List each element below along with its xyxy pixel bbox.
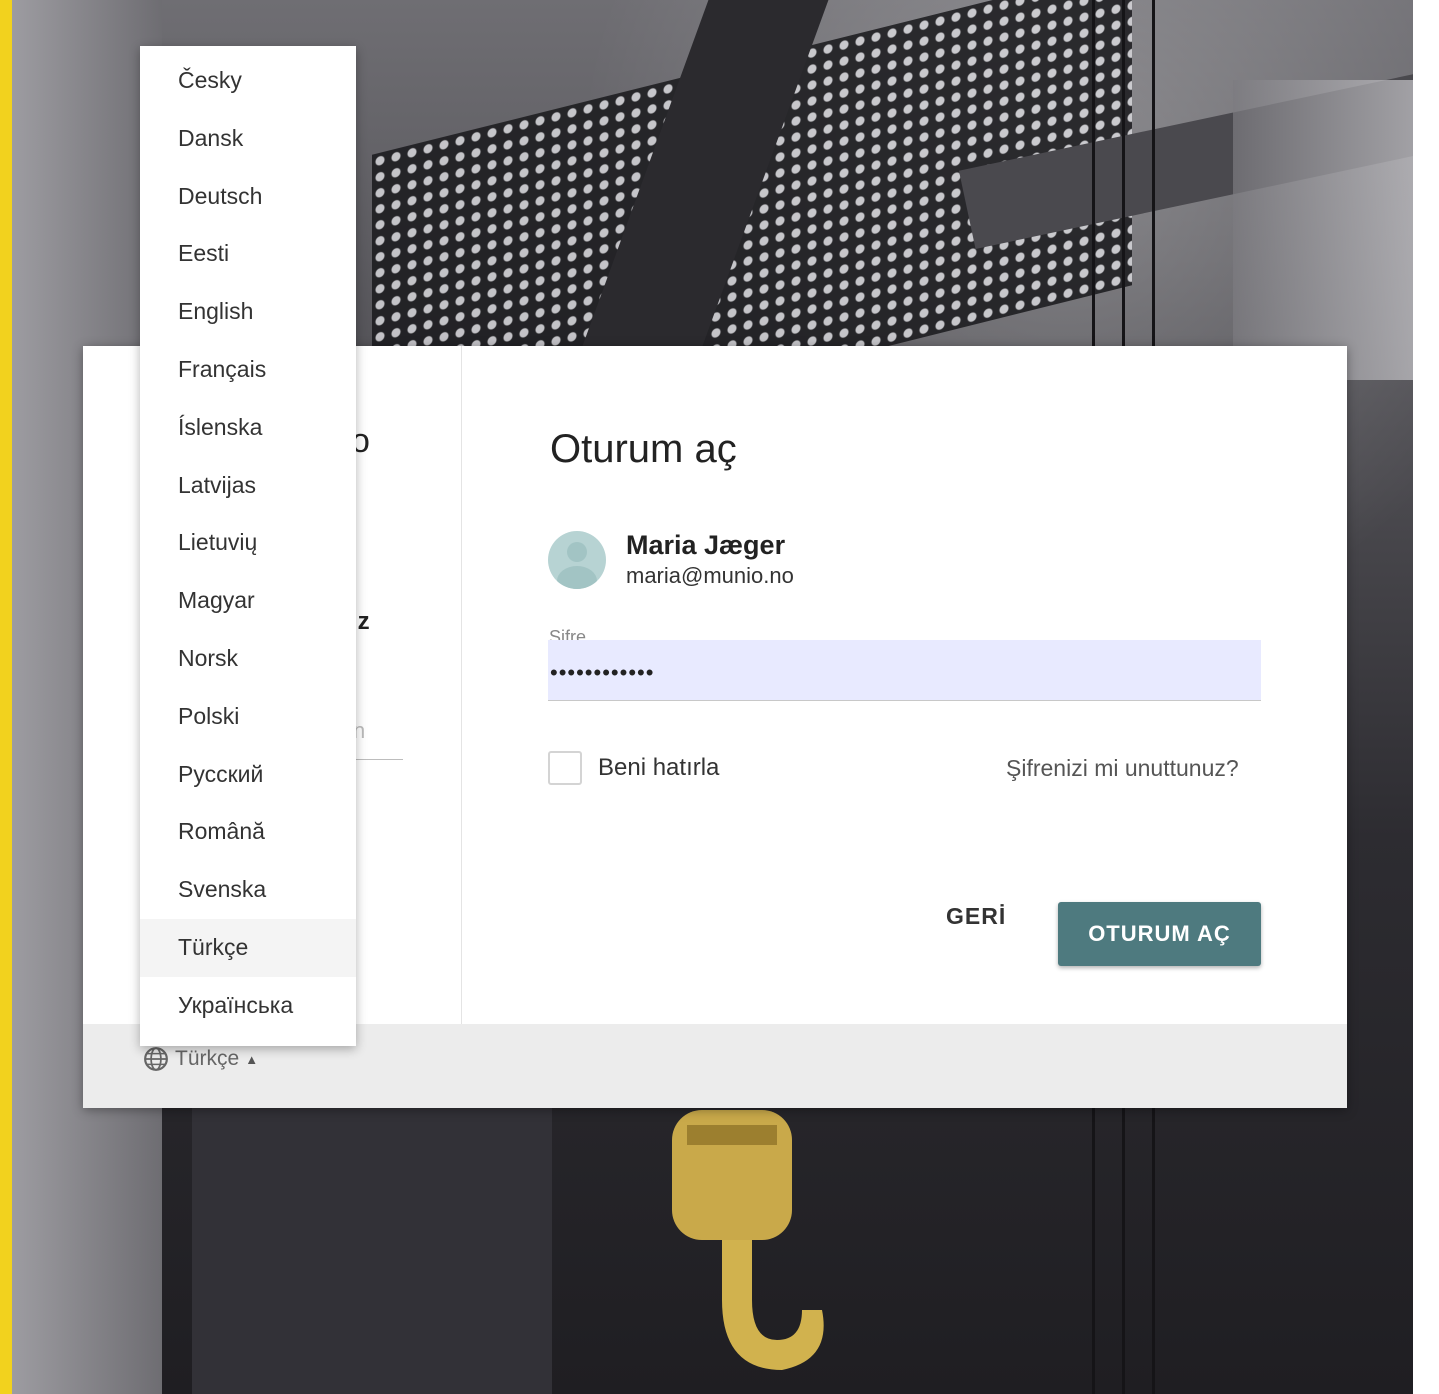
language-option-deutsch[interactable]: Deutsch — [140, 168, 356, 226]
right-edge — [1413, 0, 1439, 1394]
language-option-magyar[interactable]: Magyar — [140, 572, 356, 630]
language-option-ukrainian[interactable]: Українська — [140, 977, 356, 1035]
language-option-dansk[interactable]: Dansk — [140, 110, 356, 168]
current-language: Türkçe — [175, 1047, 240, 1070]
remember-me[interactable]: Beni hatırla — [548, 751, 719, 785]
avatar — [548, 530, 606, 589]
language-selector[interactable]: Türkçe ▲ — [143, 1046, 258, 1072]
sky-light — [1233, 80, 1413, 380]
language-option-polski[interactable]: Polski — [140, 688, 356, 746]
user-email: maria@munio.no — [626, 563, 794, 588]
language-option-latvijas[interactable]: Latvijas — [140, 457, 356, 515]
language-option-russian[interactable]: Русский — [140, 746, 356, 804]
remember-checkbox[interactable] — [548, 751, 582, 785]
language-option-francais[interactable]: Français — [140, 341, 356, 399]
language-option-cesky[interactable]: Česky — [140, 52, 356, 110]
page-title: Oturum aç — [550, 426, 737, 471]
password-input[interactable] — [548, 640, 1261, 700]
back-button[interactable]: GERİ — [940, 902, 1012, 931]
user-info: Maria Jæger maria@munio.no — [626, 530, 794, 589]
language-option-islenska[interactable]: Íslenska — [140, 399, 356, 457]
user-chip: Maria Jæger maria@munio.no — [548, 530, 794, 589]
language-option-lietuviu[interactable]: Lietuvių — [140, 514, 356, 572]
yellow-side-stripe — [0, 0, 12, 1394]
crane-hook — [672, 1110, 824, 1370]
forgot-password-link[interactable]: Şifrenizi mi unuttunuz? — [1006, 755, 1239, 782]
language-option-turkce[interactable]: Türkçe — [140, 918, 356, 977]
sign-in-button[interactable]: OTURUM AÇ — [1058, 902, 1261, 966]
language-option-eesti[interactable]: Eesti — [140, 225, 356, 283]
password-field[interactable] — [548, 640, 1261, 701]
language-option-romana[interactable]: Română — [140, 803, 356, 861]
language-dropdown: Česky Dansk Deutsch Eesti English França… — [140, 46, 356, 1046]
remember-label: Beni hatırla — [598, 754, 720, 781]
dark-column — [192, 1100, 552, 1394]
globe-icon — [144, 1047, 168, 1071]
user-name: Maria Jæger — [626, 530, 786, 560]
caret-up-icon: ▲ — [245, 1051, 259, 1067]
language-option-norsk[interactable]: Norsk — [140, 630, 356, 688]
language-option-english[interactable]: English — [140, 283, 356, 341]
language-option-svenska[interactable]: Svenska — [140, 861, 356, 919]
